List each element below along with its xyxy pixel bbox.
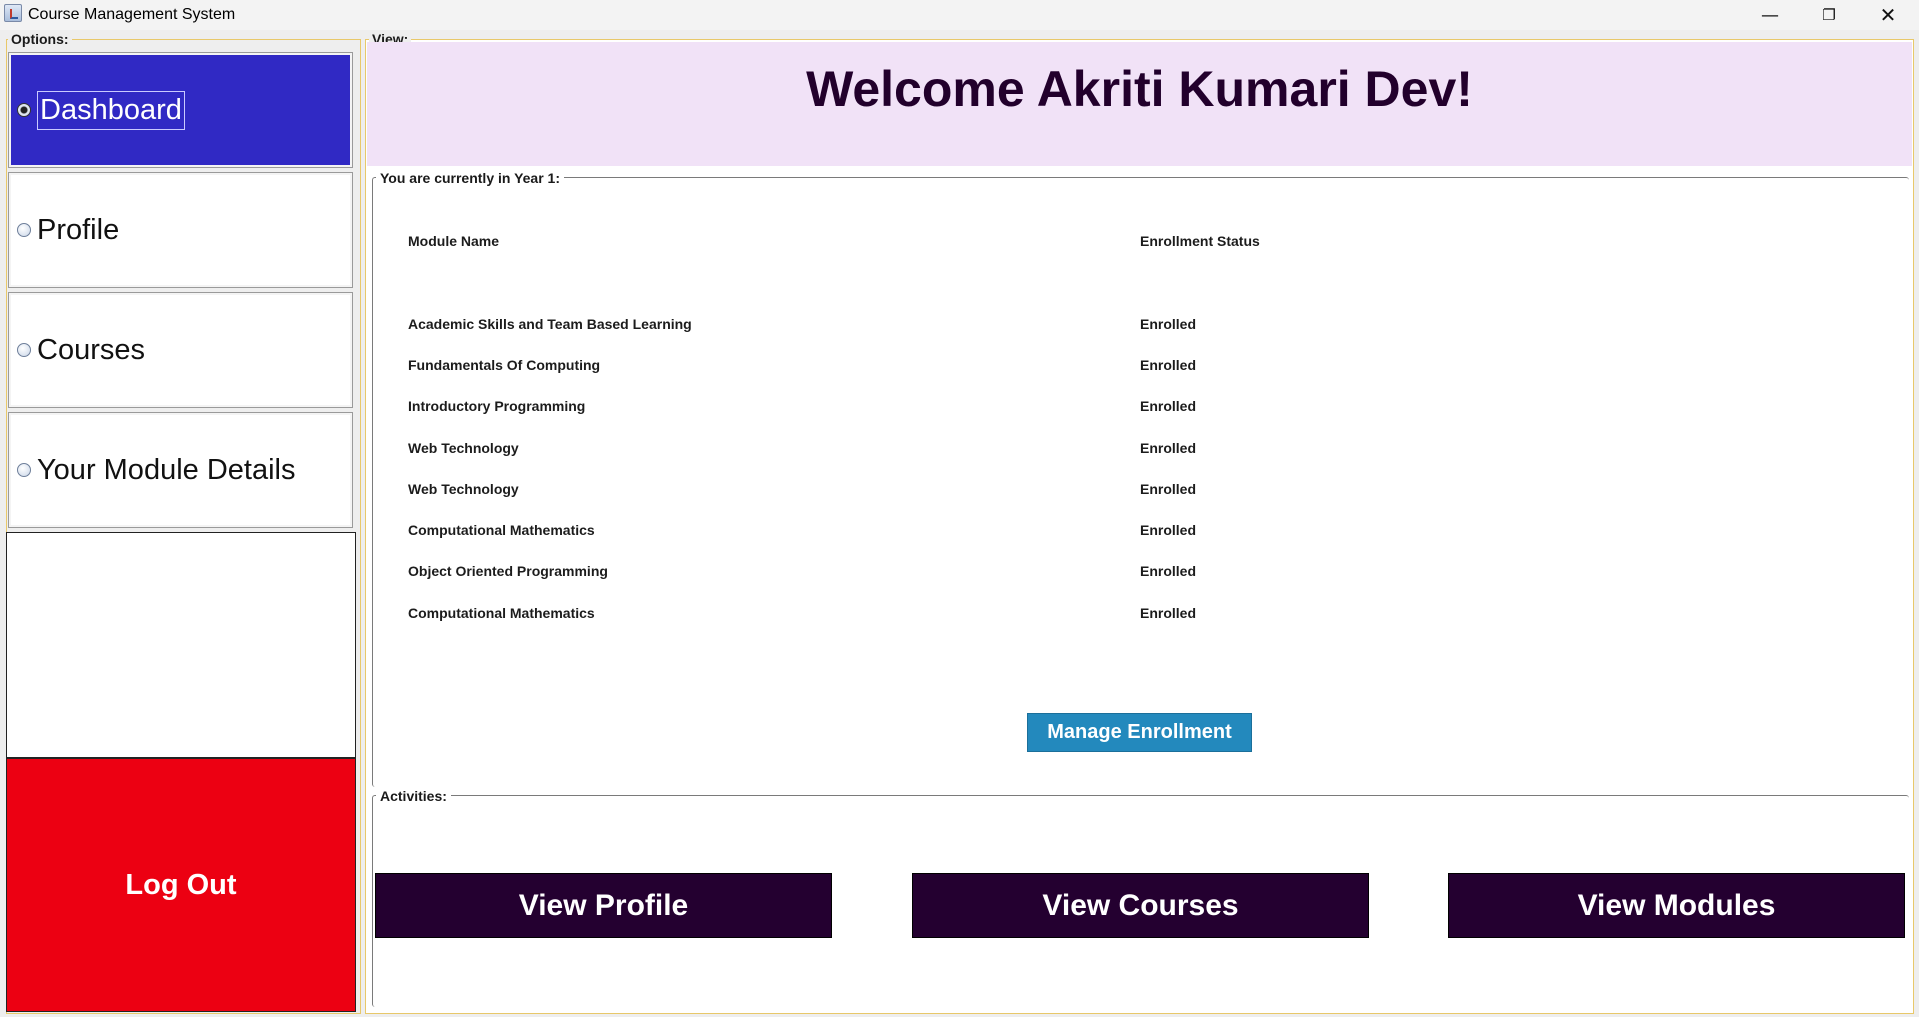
row-module-name: Introductory Programming [408,398,586,414]
java-app-icon [4,4,22,22]
nav-module-details[interactable]: Your Module Details [8,412,353,528]
row-module-name: Academic Skills and Team Based Learning [408,316,692,332]
row-enrollment-status: Enrolled [1140,605,1197,621]
row-module-name: Web Technology [408,481,519,497]
close-icon[interactable]: ✕ [1859,0,1917,30]
nav-dashboard[interactable]: Dashboard [8,52,353,168]
header-enrollment-status: Enrollment Status [1140,233,1260,249]
options-group-label: Options: [8,31,72,47]
row-module-name: Computational Mathematics [408,522,595,538]
welcome-heading: Welcome Akriti Kumari Dev! [806,61,1473,117]
maximize-icon[interactable]: ❐ [1800,0,1858,30]
view-profile-button[interactable]: View Profile [375,873,832,938]
manage-enrollment-button[interactable]: Manage Enrollment [1027,713,1252,752]
row-module-name: Fundamentals Of Computing [408,357,601,373]
row-module-name: Web Technology [408,440,519,456]
nav-courses[interactable]: Courses [8,292,353,408]
radio-icon[interactable] [17,463,31,477]
minimize-icon[interactable]: — [1741,0,1799,30]
row-module-name: Computational Mathematics [408,605,595,621]
logout-button[interactable]: Log Out [6,758,356,1012]
nav-label: Profile [37,213,120,246]
row-enrollment-status: Enrolled [1140,316,1197,332]
view-modules-button[interactable]: View Modules [1448,873,1905,938]
title-bar: Course Management System — ❐ ✕ [0,0,1919,30]
view-courses-button[interactable]: View Courses [912,873,1369,938]
row-enrollment-status: Enrolled [1140,481,1197,497]
row-enrollment-status: Enrolled [1140,563,1197,579]
nav-profile[interactable]: Profile [8,172,353,288]
row-enrollment-status: Enrolled [1140,357,1197,373]
row-enrollment-status: Enrolled [1140,440,1197,456]
activities-legend: Activities: [376,788,451,804]
radio-icon[interactable] [17,223,31,237]
row-enrollment-status: Enrolled [1140,398,1197,414]
year-legend: You are currently in Year 1: [376,170,565,186]
header-module-name: Module Name [408,233,500,249]
radio-icon[interactable] [17,103,31,117]
welcome-banner: Welcome Akriti Kumari Dev! [367,42,1912,166]
blank-panel [6,532,356,758]
row-enrollment-status: Enrolled [1140,522,1197,538]
radio-icon[interactable] [17,343,31,357]
nav-label: Your Module Details [37,453,296,486]
window-title: Course Management System [28,6,236,23]
nav-label: Dashboard [37,90,185,130]
nav-label: Courses [37,333,145,366]
row-module-name: Object Oriented Programming [408,563,608,579]
